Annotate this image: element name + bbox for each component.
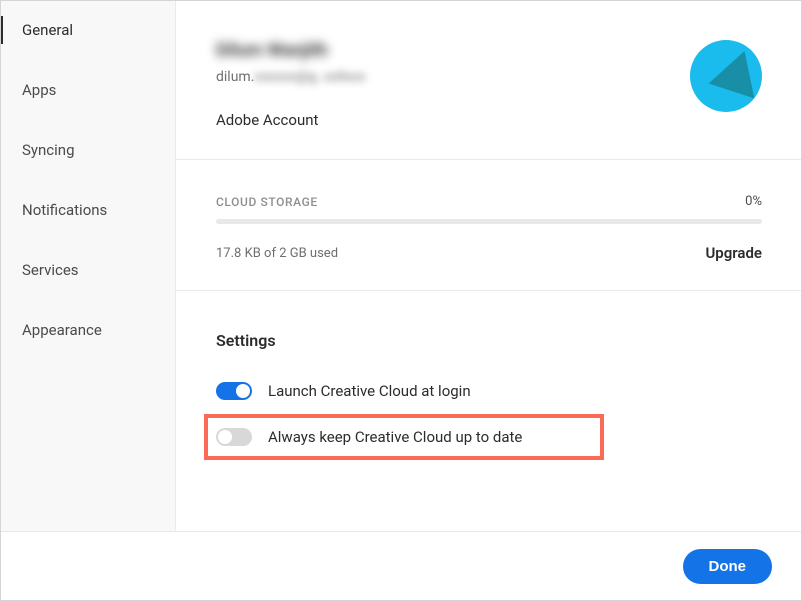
- adobe-account-link[interactable]: Adobe Account: [216, 111, 365, 129]
- account-name: Dilum Wanjith: [216, 40, 365, 61]
- setting-auto-update-highlighted: Always keep Creative Cloud up to date: [204, 414, 604, 460]
- storage-section: CLOUD STORAGE 0% 17.8 KB of 2 GB used Up…: [176, 160, 802, 291]
- sidebar-item-apps[interactable]: Apps: [0, 60, 175, 120]
- settings-title: Settings: [216, 331, 762, 350]
- toggle-launch-at-login[interactable]: [216, 382, 252, 400]
- toggle-auto-update[interactable]: [216, 428, 252, 446]
- label-auto-update: Always keep Creative Cloud up to date: [268, 428, 522, 446]
- storage-label: CLOUD STORAGE: [216, 195, 318, 209]
- account-email: dilum.xxxxxx@g..xxllxxx: [216, 69, 365, 85]
- footer: Done: [0, 532, 802, 600]
- storage-used-text: 17.8 KB of 2 GB used: [216, 246, 338, 261]
- sidebar-item-syncing[interactable]: Syncing: [0, 120, 175, 180]
- storage-progress-bar: [216, 219, 762, 224]
- account-info: Dilum Wanjith dilum.xxxxxx@g..xxllxxx Ad…: [216, 40, 365, 129]
- label-launch-at-login: Launch Creative Cloud at login: [268, 382, 471, 400]
- main-content: Dilum Wanjith dilum.xxxxxx@g..xxllxxx Ad…: [176, 0, 802, 531]
- setting-launch-at-login: Launch Creative Cloud at login: [216, 374, 762, 408]
- avatar: [690, 40, 762, 112]
- sidebar-item-general[interactable]: General: [0, 0, 175, 60]
- done-button[interactable]: Done: [683, 549, 773, 584]
- sidebar-item-services[interactable]: Services: [0, 240, 175, 300]
- account-section: Dilum Wanjith dilum.xxxxxx@g..xxllxxx Ad…: [176, 0, 802, 160]
- settings-section: Settings Launch Creative Cloud at login …: [176, 291, 802, 490]
- sidebar: General Apps Syncing Notifications Servi…: [0, 0, 176, 531]
- sidebar-item-notifications[interactable]: Notifications: [0, 180, 175, 240]
- upgrade-link[interactable]: Upgrade: [705, 244, 762, 262]
- sidebar-item-appearance[interactable]: Appearance: [0, 300, 175, 360]
- storage-percent: 0%: [745, 194, 762, 209]
